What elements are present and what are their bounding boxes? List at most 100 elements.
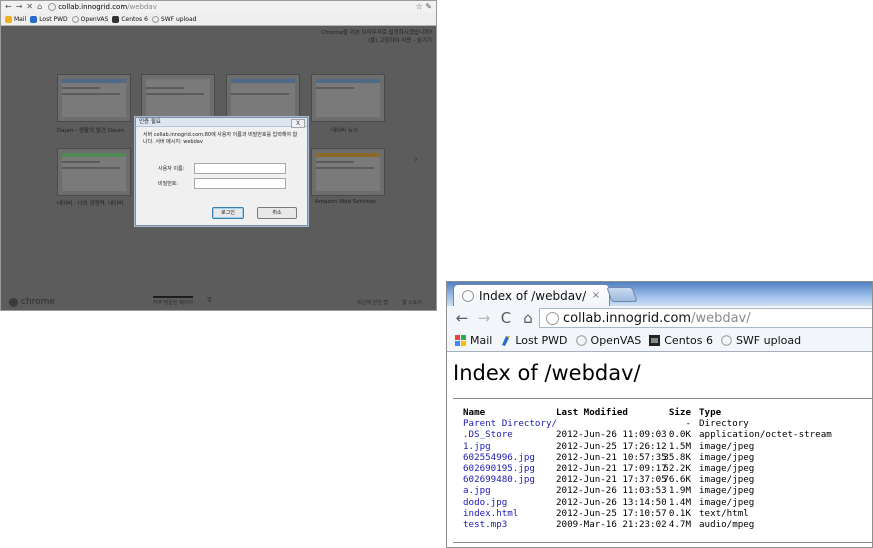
close-icon[interactable]: X (291, 119, 305, 128)
last-modified-cell-wrap: 2012-Jun-26 11:09:03 (556, 429, 667, 440)
size-cell-wrap: 0.1K (656, 508, 699, 519)
login-button[interactable]: 로그인 (212, 207, 244, 219)
bookmark-centos[interactable]: Centos 6 (649, 334, 713, 347)
bookmark-lost-pwd[interactable]: Lost PWD (30, 15, 68, 23)
size-cell: 4.7M (668, 519, 691, 531)
table-row: test.mp3 2009-Mar-16 21:23:02 4.7M audio/mp… (463, 519, 829, 530)
ntp-tabs: 자주 방문한 페이지 앱 (153, 296, 212, 306)
last-modified-cell: 2012-Jun-21 17:09:17 (556, 463, 667, 475)
file-link[interactable]: 602554996.jpg (463, 452, 535, 463)
last-modified-cell: 2012-Jun-26 13:14:50 (556, 496, 667, 508)
type-cell: image/jpeg (699, 485, 755, 497)
size-cell-wrap: - (656, 418, 699, 429)
type-cell: application/octet-stream (699, 429, 832, 441)
thumbnail[interactable] (311, 74, 385, 122)
bookmark-label: Mail (14, 15, 27, 23)
directory-listing: Name Last Modified Size Type Parent Dire… (463, 407, 832, 530)
size-cell: - (685, 418, 691, 430)
tab-apps[interactable]: 앱 (207, 296, 212, 306)
thumbnail[interactable] (57, 74, 131, 122)
mail-icon (455, 335, 466, 346)
stop-icon[interactable]: ✕ (26, 3, 33, 11)
file-link[interactable]: a.jpg (463, 485, 491, 496)
file-link-wrap: Parent Directory/ (463, 418, 557, 429)
table-row: 1.jpg 2012-Jun-25 17:26:12 1.5M image/jpeg (463, 441, 829, 452)
tab-index-of-webdav[interactable]: Index of /webdav/ × (453, 284, 610, 306)
tab-most-visited[interactable]: 자주 방문한 페이지 (153, 296, 193, 306)
bookmark-mail[interactable]: Mail (5, 15, 27, 23)
file-link[interactable]: Parent Directory/ (463, 418, 557, 429)
home-icon[interactable]: ⌂ (521, 309, 535, 327)
file-link-wrap: .DS_Store (463, 429, 556, 440)
close-icon[interactable]: × (592, 290, 600, 301)
back-icon[interactable]: ← (5, 3, 12, 11)
type-cell-wrap: audio/mpeg (699, 519, 829, 530)
username-field[interactable] (194, 163, 286, 174)
wrench-icon[interactable]: ✎ (425, 2, 432, 11)
file-link[interactable]: 602699480.jpg (463, 474, 535, 485)
table-row: 602554996.jpg 2012-Jun-21 10:57:35 35.8K im… (463, 452, 829, 463)
globe-icon (71, 15, 79, 23)
last-modified-cell-wrap: 2012-Jun-25 17:10:57 (556, 508, 667, 519)
thumbnail[interactable] (141, 74, 215, 122)
ntp-footer: chrome 자주 방문한 페이지 앱 최근에 닫은 탭 웹 스토어 (1, 292, 436, 310)
file-link[interactable]: .DS_Store (463, 429, 513, 440)
file-link-wrap: 602699480.jpg (463, 474, 556, 485)
next-page-icon[interactable]: › (414, 154, 418, 165)
home-icon[interactable]: ⌂ (37, 3, 42, 11)
screenshot-webdav-index: Index of /webdav/ × ← → C ⌂ collab.innog… (446, 281, 873, 548)
forward-icon[interactable]: → (16, 3, 23, 11)
file-link-wrap: a.jpg (463, 485, 556, 496)
password-field[interactable] (194, 178, 286, 189)
page-icon (48, 3, 57, 11)
type-cell: text/html (699, 507, 749, 519)
last-modified-cell-wrap: 2012-Jun-21 10:57:35 (556, 452, 667, 463)
file-link[interactable]: test.mp3 (463, 519, 507, 530)
file-link-wrap: dodo.jpg (463, 497, 556, 508)
new-tab-button[interactable] (606, 287, 638, 302)
bookmark-openvas[interactable]: OpenVAS (71, 15, 108, 23)
size-cell: 0.0K (668, 429, 691, 441)
reload-icon[interactable]: C (499, 309, 513, 327)
last-modified-cell: 2012-Jun-26 11:09:03 (556, 429, 667, 441)
forward-icon[interactable]: → (477, 309, 491, 327)
address-bar[interactable]: collab.innogrid.com/webdav/ (539, 308, 872, 328)
thumbnail[interactable] (226, 74, 300, 122)
thumbnail[interactable] (311, 148, 385, 196)
table-row: a.jpg 2012-Jun-26 11:03:53 1.9M image/jpeg (463, 485, 829, 496)
thumbnail[interactable] (57, 148, 131, 196)
bookmark-lost-pwd[interactable]: Lost PWD (500, 334, 568, 347)
file-link[interactable]: index.html (463, 508, 518, 519)
recently-closed-menu[interactable]: 최근에 닫은 탭 (357, 299, 388, 306)
thumbnail-label: 네이버 뉴스 (331, 128, 359, 134)
type-cell-wrap: image/jpeg (699, 452, 829, 463)
bookmark-label: SWF upload (160, 15, 197, 23)
address-bar[interactable]: collab.innogrid.com/webdav (48, 3, 157, 11)
last-modified-cell: 2012-Jun-25 17:10:57 (556, 507, 667, 519)
column-header: Size (668, 407, 691, 418)
last-modified-cell-wrap: 2012-Jun-25 17:26:12 (556, 441, 667, 452)
size-cell-wrap: 0.0K (656, 429, 699, 440)
bookmark-centos[interactable]: Centos 6 (112, 15, 148, 23)
cancel-button[interactable]: 취소 (257, 207, 297, 219)
back-icon[interactable]: ← (455, 309, 469, 327)
bookmark-swf-upload[interactable]: SWF upload (151, 15, 197, 23)
file-link[interactable]: 1.jpg (463, 441, 491, 452)
star-icon[interactable]: ☆ (416, 2, 423, 11)
chrome-icon (9, 297, 18, 307)
bookmark-mail[interactable]: Mail (455, 334, 492, 347)
web-store-link[interactable]: 웹 스토어 (402, 299, 422, 306)
file-link-wrap: 602690195.jpg (463, 463, 556, 474)
page-content: Index of /webdav/ Name Last Modified Siz… (447, 352, 872, 547)
bookmark-swf-upload[interactable]: SWF upload (721, 334, 801, 347)
bookmark-openvas[interactable]: OpenVAS (575, 334, 641, 347)
bookmark-label: Centos 6 (121, 15, 148, 23)
size-cell-wrap: 1.9M (656, 485, 699, 496)
column-header: Type (699, 407, 722, 418)
notice-line[interactable]: (을) 고정하여 사용 - 숨기기 (321, 37, 432, 45)
last-modified-cell: 2012-Jun-21 17:37:05 (556, 474, 667, 486)
file-link[interactable]: 602690195.jpg (463, 463, 535, 474)
file-link[interactable]: dodo.jpg (463, 497, 507, 508)
last-modified-cell-wrap: 2012-Jun-26 11:03:53 (556, 485, 667, 496)
dialog-title: 인증 필요 (136, 118, 307, 127)
